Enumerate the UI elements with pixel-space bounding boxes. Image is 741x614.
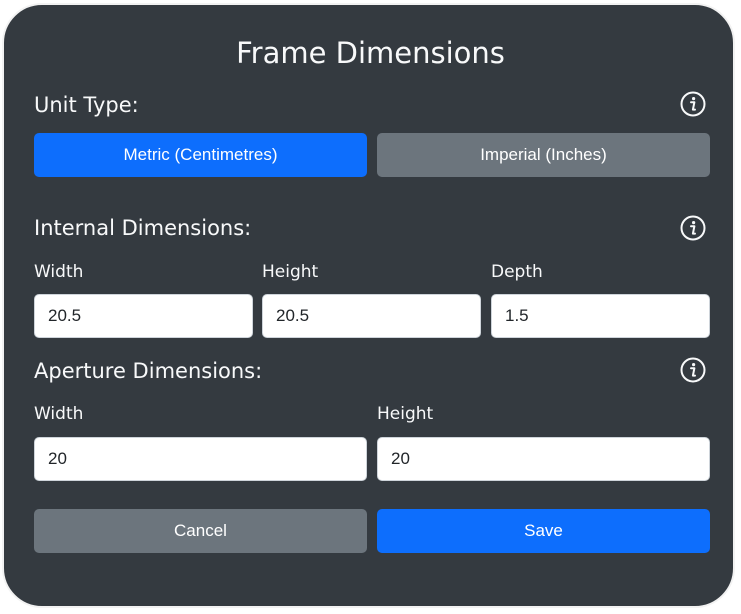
cancel-button[interactable]: Cancel xyxy=(34,509,367,553)
unit-type-label: Unit Type: xyxy=(34,93,139,117)
internal-width-input[interactable] xyxy=(34,294,253,338)
aperture-width-input[interactable] xyxy=(34,437,367,481)
dialog-title: Frame Dimensions xyxy=(236,36,505,70)
imperial-unit-button[interactable]: Imperial (Inches) xyxy=(377,133,710,177)
metric-unit-button[interactable]: Metric (Centimetres) xyxy=(34,133,367,177)
frame-dimensions-dialog: Frame Dimensions Unit Type: Metric (Cent… xyxy=(2,3,735,608)
internal-height-input[interactable] xyxy=(262,294,481,338)
aperture-dimensions-label: Aperture Dimensions: xyxy=(34,359,263,383)
aperture-height-label: Height xyxy=(377,404,434,424)
aperture-dimensions-info-icon[interactable] xyxy=(680,357,706,383)
internal-dimensions-info-icon[interactable] xyxy=(680,215,706,241)
internal-depth-input[interactable] xyxy=(491,294,710,338)
save-button[interactable]: Save xyxy=(377,509,710,553)
aperture-height-input[interactable] xyxy=(377,437,710,481)
internal-height-label: Height xyxy=(262,262,319,282)
internal-width-label: Width xyxy=(34,262,84,282)
internal-dimensions-label: Internal Dimensions: xyxy=(34,216,252,240)
aperture-width-label: Width xyxy=(34,404,84,424)
unit-type-info-icon[interactable] xyxy=(680,91,706,117)
internal-depth-label: Depth xyxy=(491,262,543,282)
